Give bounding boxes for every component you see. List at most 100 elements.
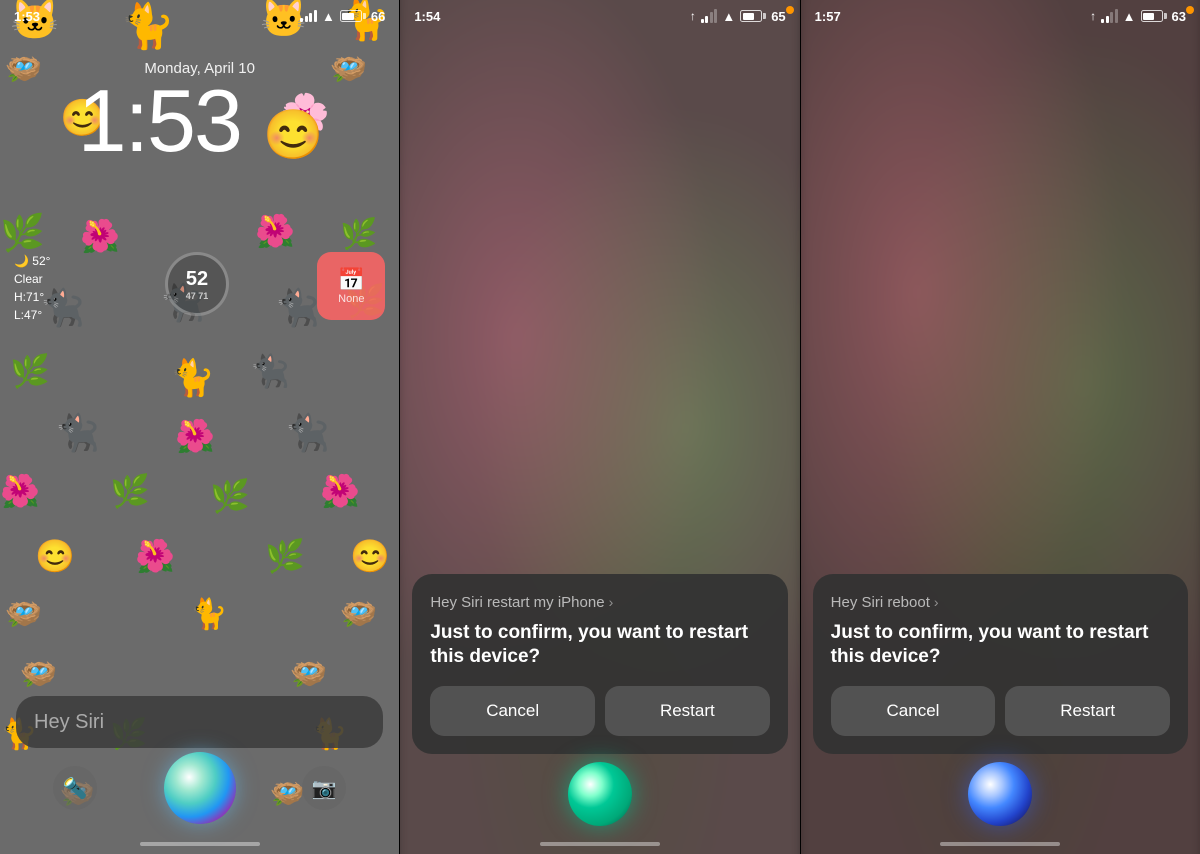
emoji-nest4: 🪺 (340, 600, 377, 630)
panel-2-siri: 1:54 ↑ ▲ 65 Hey Siri restart my iPhone › (400, 0, 799, 854)
status-bar-1: 1:53 ▲ 66 (0, 0, 399, 28)
weather-line1: 🌙 52° (14, 252, 50, 270)
signal-icon-2 (701, 9, 718, 23)
battery-level-1: 66 (371, 9, 385, 24)
emoji-cat5: 🐈 (190, 600, 227, 630)
status-bar-2: 1:54 ↑ ▲ 65 (400, 0, 799, 28)
restart-button-3[interactable]: Restart (1005, 686, 1170, 736)
siri-confirm-text-3: Just to confirm, you want to restart thi… (831, 621, 1170, 670)
siri-action-buttons-3: Cancel Restart (831, 686, 1170, 736)
weather-high: H:71° (14, 288, 50, 306)
status-bar-3: 1:57 ↑ ▲ 63 (801, 0, 1200, 28)
cancel-button-3[interactable]: Cancel (831, 686, 996, 736)
emoji-sun4: 😊 (350, 540, 390, 572)
date-label: Monday, April 10 (0, 60, 399, 77)
emoji-nest3: 🪺 (5, 600, 42, 630)
home-indicator-3 (940, 842, 1060, 846)
siri-ball-container-2 (568, 762, 632, 826)
siri-prompt-bar[interactable]: Hey Siri (16, 696, 383, 748)
signal-icon-3 (1101, 9, 1118, 23)
flashlight-icon: 🔦 (63, 776, 88, 801)
arrow-icon-3: ↑ (1090, 9, 1096, 23)
moon-icon: 🌙 (14, 254, 29, 268)
weather-condition: Clear (14, 270, 50, 288)
siri-orb[interactable] (164, 752, 236, 824)
status-time-2: 1:54 (414, 9, 440, 24)
emoji-flower3: 🌺 (175, 420, 215, 452)
wifi-icon-2: ▲ (722, 9, 735, 24)
weather-low: L:47° (14, 306, 50, 324)
emoji-blackcat6: 🐈‍⬛ (285, 415, 330, 451)
emoji-flower2: 🌺 (255, 215, 295, 247)
siri-orb-2[interactable] (568, 762, 632, 826)
cancel-label-3: Cancel (887, 701, 940, 721)
steps-count: 52 (186, 268, 208, 291)
emoji-flower6: 🌺 (135, 540, 175, 572)
steps-range: 47 71 (186, 291, 209, 301)
steps-widget: 52 47 71 (165, 252, 229, 316)
arrow-icon-2: ↑ (690, 9, 696, 23)
orange-dot-2 (786, 6, 794, 14)
flashlight-button[interactable]: 🔦 (53, 766, 97, 810)
siri-prompt-text: Hey Siri (34, 711, 104, 734)
siri-orb-3[interactable] (968, 762, 1032, 826)
siri-query-text-2: Hey Siri restart my iPhone (430, 594, 604, 611)
emoji-hop4: 🌿 (10, 355, 50, 387)
siri-query-3: Hey Siri reboot › (831, 594, 1170, 611)
calendar-icon: 📅 (338, 267, 365, 293)
camera-icon: 📷 (312, 776, 337, 801)
time-digits: 1:53 (78, 71, 241, 170)
emoji-blackcat3: 🐈‍⬛ (275, 290, 320, 326)
emoji-hop6: 🌿 (210, 480, 250, 512)
battery-level-2: 65 (771, 9, 785, 24)
status-time-3: 1:57 (815, 9, 841, 24)
battery-icon-1 (340, 10, 366, 22)
emoji-flower5: 🌺 (320, 475, 360, 507)
status-right-3: ↑ ▲ 63 (1090, 9, 1186, 24)
status-right-2: ↑ ▲ 65 (690, 9, 786, 24)
siri-query-text-3: Hey Siri reboot (831, 594, 930, 611)
calendar-widget: 📅 None (317, 252, 385, 320)
emoji-sun3: 😊 (35, 540, 75, 572)
panel-3-siri: 1:57 ↑ ▲ 63 Hey Siri reboot › Just (801, 0, 1200, 854)
status-time-1: 1:53 (14, 9, 40, 24)
restart-label-2: Restart (660, 701, 715, 721)
restart-label-3: Restart (1060, 701, 1115, 721)
wifi-icon-1: ▲ (322, 9, 335, 24)
siri-ball-container-3 (968, 762, 1032, 826)
bar4 (314, 10, 317, 22)
siri-confirm-text-2: Just to confirm, you want to restart thi… (430, 621, 769, 670)
bar1 (300, 18, 303, 22)
cancel-button-2[interactable]: Cancel (430, 686, 595, 736)
battery-icon-3 (1141, 10, 1167, 22)
signal-icon-1 (300, 10, 317, 22)
chevron-icon-2: › (609, 594, 614, 610)
time-display: 1:53 😊 (0, 77, 399, 165)
steps-circle: 52 47 71 (165, 252, 229, 316)
home-indicator-1 (140, 842, 260, 846)
bottom-controls: 🔦 📷 (0, 752, 399, 824)
emoji-nest6: 🪺 (290, 660, 327, 690)
home-indicator-2 (540, 842, 660, 846)
emoji-flower4: 🌺 (0, 475, 40, 507)
weather-temp: 52° (32, 254, 50, 268)
emoji-hop1: 🌿 (0, 215, 45, 251)
panel-1-lockscreen: 🐱 🐈 🐱 🐈 🪺 🪺 😊 🌸 🌿 🌺 🌺 🌿 🐈‍⬛ 🐈‍⬛ 🐈‍⬛ 🌿 🌿 … (0, 0, 399, 854)
bar3 (309, 13, 312, 22)
emoji-hop5: 🌿 (110, 475, 150, 507)
camera-button[interactable]: 📷 (302, 766, 346, 810)
battery-icon-2 (740, 10, 766, 22)
weather-widget: 🌙 52° Clear H:71° L:47° (14, 252, 50, 324)
restart-button-2[interactable]: Restart (605, 686, 770, 736)
emoji-blackcat4: 🐈‍⬛ (250, 355, 290, 387)
date-time-block: Monday, April 10 1:53 😊 (0, 60, 399, 165)
cancel-label-2: Cancel (486, 701, 539, 721)
emoji-nest5: 🪺 (20, 660, 57, 690)
emoji-hop2: 🌿 (340, 220, 377, 250)
siri-action-buttons-2: Cancel Restart (430, 686, 769, 736)
bar2 (305, 16, 308, 22)
orange-dot-3 (1186, 6, 1194, 14)
emoji-blackcat5: 🐈‍⬛ (55, 415, 100, 451)
siri-confirm-card-3: Hey Siri reboot › Just to confirm, you w… (813, 574, 1188, 754)
time-face: 😊 (263, 108, 321, 162)
